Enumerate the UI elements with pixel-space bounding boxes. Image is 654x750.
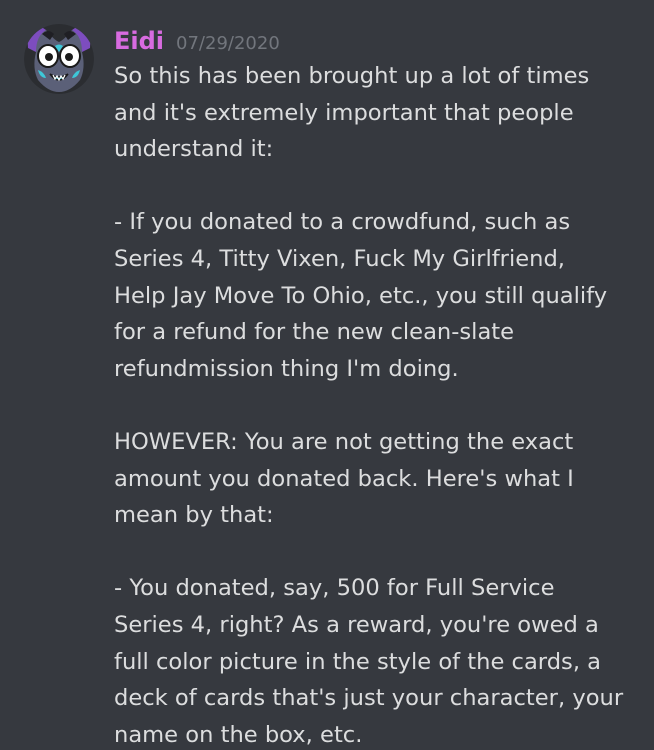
username[interactable]: Eidi: [114, 27, 164, 55]
message-paragraph: - If you donated to a crowdfund, such as…: [114, 204, 639, 387]
message-line: and it's extremely important that people: [114, 99, 574, 126]
message-line: HOWEVER: You are not getting the exact: [114, 428, 574, 455]
message-line: amount you donated back. Here's what I: [114, 465, 574, 492]
message-paragraph: HOWEVER: You are not getting the exact a…: [114, 424, 639, 534]
message-line: Help Jay Move To Ohio, etc., you still q…: [114, 282, 608, 309]
message-line: deck of cards that's just your character…: [114, 685, 624, 712]
message-header: Eidi 07/29/2020: [114, 24, 280, 58]
character-avatar-icon[interactable]: [24, 24, 94, 94]
message-content: So this has been brought up a lot of tim…: [114, 58, 639, 750]
message-line: understand it:: [114, 136, 274, 163]
message-line: Series 4, Titty Vixen, Fuck My Girlfrien…: [114, 245, 565, 272]
timestamp: 07/29/2020: [176, 32, 280, 54]
message-line: - You donated, say, 500 for Full Service: [114, 575, 555, 602]
message-line: - If you donated to a crowdfund, such as: [114, 209, 571, 236]
message-line: full color picture in the style of the c…: [114, 648, 602, 675]
message-line: Series 4, right? As a reward, you're owe…: [114, 611, 599, 638]
message-line: refundmission thing I'm doing.: [114, 355, 459, 382]
message-paragraph: So this has been brought up a lot of tim…: [114, 58, 639, 168]
message-line: So this has been brought up a lot of tim…: [114, 63, 590, 89]
message-paragraph: - You donated, say, 500 for Full Service…: [114, 570, 639, 750]
message-line: mean by that:: [114, 502, 274, 529]
chat-message: Eidi 07/29/2020 So this has been brought…: [0, 0, 654, 750]
message-line: name on the box, etc.: [114, 721, 363, 748]
message-line: for a refund for the new clean-slate: [114, 319, 515, 346]
